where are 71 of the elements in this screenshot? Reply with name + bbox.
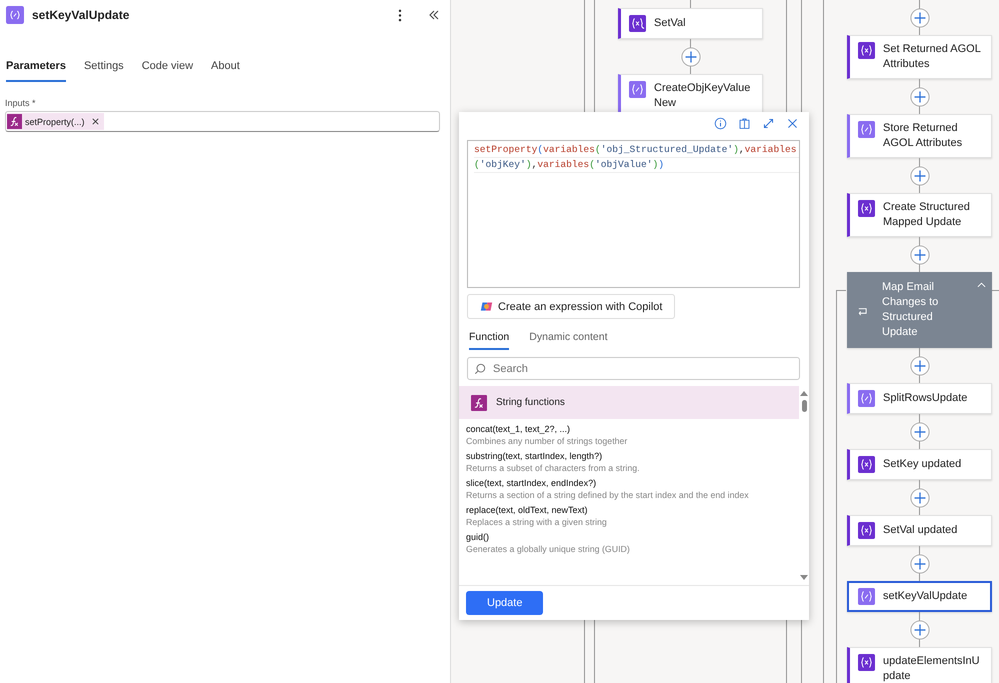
expression-editor[interactable]: setProperty(variables('obj_Structured_Update'),variables ('objKey'),variables('objValue')) bbox=[467, 140, 800, 288]
flow-action-card[interactable]: SetVal bbox=[618, 8, 763, 39]
add-step-icon[interactable] bbox=[910, 422, 930, 442]
inputs-label: Inputs * bbox=[5, 98, 37, 108]
flow-action-card[interactable]: Map Email Changes to Structured Update bbox=[847, 272, 992, 348]
function-description: Returns a section of a string defined by the start index and the end index bbox=[466, 490, 750, 500]
code-line: setProperty(variables('obj_Structured_Update'),variables bbox=[474, 143, 799, 158]
function-description: Replaces a string with a given string bbox=[466, 517, 608, 527]
collapse-icon[interactable] bbox=[428, 9, 440, 21]
function-name[interactable]: replace(text, oldText, newText) bbox=[466, 505, 792, 515]
close-icon[interactable] bbox=[786, 117, 799, 130]
variable-icon bbox=[858, 654, 875, 671]
add-step-icon[interactable] bbox=[910, 244, 930, 264]
compose-icon bbox=[858, 121, 875, 138]
expand-icon[interactable] bbox=[762, 117, 775, 130]
flow-action-card[interactable]: Create Structured Mapped Update bbox=[847, 193, 992, 237]
variable-icon bbox=[858, 456, 875, 473]
variable-icon bbox=[858, 200, 875, 217]
more-options-icon[interactable] bbox=[398, 8, 402, 22]
copilot-icon bbox=[480, 300, 493, 313]
panel-tab[interactable]: Parameters bbox=[6, 57, 66, 82]
variable-icon bbox=[858, 42, 875, 59]
add-step-icon[interactable] bbox=[910, 488, 930, 508]
function-name[interactable]: slice(text, startIndex, endIndex?) bbox=[466, 478, 792, 488]
inputs-field[interactable]: setProperty(...) bbox=[5, 111, 440, 132]
chevron-up-icon[interactable] bbox=[977, 282, 986, 288]
flow-action-card[interactable]: SetVal updated bbox=[847, 515, 992, 546]
function-icon bbox=[471, 394, 487, 410]
search-icon bbox=[474, 363, 486, 375]
panel-tab[interactable]: About bbox=[211, 57, 240, 82]
add-step-icon[interactable] bbox=[910, 356, 930, 376]
function-description: Returns a subset of characters from a string. bbox=[466, 463, 641, 473]
compose-icon bbox=[858, 588, 875, 605]
add-step-icon[interactable] bbox=[910, 166, 930, 186]
add-step-icon[interactable] bbox=[910, 554, 930, 574]
editor-tab[interactable]: Function bbox=[469, 331, 510, 350]
variable-icon bbox=[629, 15, 646, 32]
flow-action-card[interactable]: SplitRowsUpdate bbox=[847, 383, 992, 414]
flow-action-card[interactable]: SetKey updated bbox=[847, 449, 992, 480]
update-button[interactable]: Update bbox=[466, 591, 544, 615]
expression-token[interactable]: setProperty(...) bbox=[7, 113, 104, 130]
add-step-icon[interactable] bbox=[910, 620, 930, 640]
function-name[interactable]: substring(text, startIndex, length?) bbox=[466, 451, 792, 461]
panel-tab[interactable]: Code view bbox=[142, 57, 194, 82]
add-step-icon[interactable] bbox=[680, 46, 700, 66]
clipboard-icon[interactable] bbox=[738, 117, 751, 130]
compose-icon bbox=[858, 390, 875, 407]
add-step-icon[interactable] bbox=[910, 86, 930, 106]
function-description: Generates a globally unique string (GUID) bbox=[466, 544, 631, 554]
category-title: String functions bbox=[496, 397, 565, 408]
flow-action-card[interactable]: updateElementsInUpdate bbox=[847, 647, 992, 683]
copilot-button[interactable]: Create an expression with Copilot bbox=[467, 294, 676, 319]
flow-action-card[interactable]: setKeyValUpdate bbox=[847, 581, 992, 612]
panel-title: setKeyValUpdate bbox=[32, 8, 130, 22]
panel-tab[interactable]: Settings bbox=[84, 57, 124, 82]
compose-icon bbox=[6, 6, 24, 24]
function-icon bbox=[7, 113, 22, 130]
code-line: ('objKey'),variables('objValue')) bbox=[474, 158, 799, 173]
compose-icon bbox=[629, 81, 646, 98]
variable-icon bbox=[858, 522, 875, 539]
flow-action-card[interactable]: Store Returned AGOL Attributes bbox=[847, 114, 992, 158]
flow-action-card[interactable]: Set Returned AGOL Attributes bbox=[847, 35, 992, 79]
add-step-icon[interactable] bbox=[910, 8, 930, 28]
search-field[interactable]: Search bbox=[467, 357, 800, 380]
editor-tab[interactable]: Dynamic content bbox=[529, 331, 608, 350]
remove-icon[interactable] bbox=[90, 117, 100, 126]
info-icon[interactable] bbox=[714, 117, 727, 130]
function-name[interactable]: guid() bbox=[466, 532, 792, 542]
function-name[interactable]: concat(text_1, text_2?, ...) bbox=[466, 424, 792, 434]
function-description: Combines any number of strings together bbox=[466, 436, 628, 446]
category-header[interactable]: String functions bbox=[459, 386, 799, 419]
